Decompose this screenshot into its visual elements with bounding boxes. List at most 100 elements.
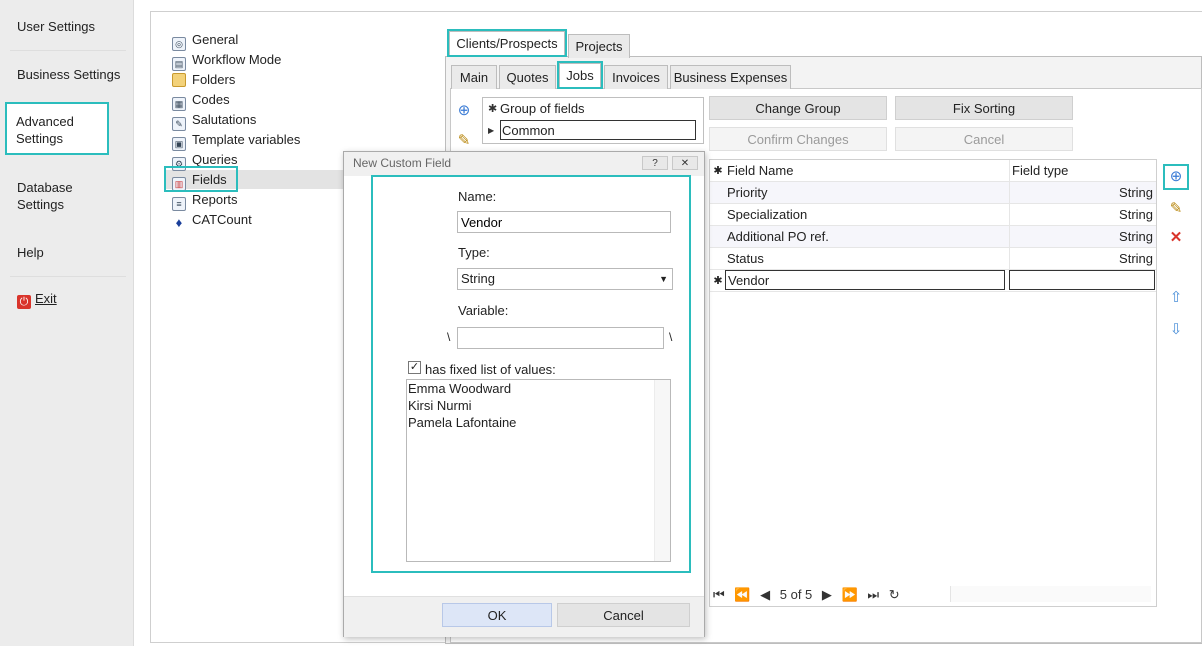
tab-jobs[interactable]: Jobs [557, 61, 603, 89]
tree-item-reports[interactable]: ≡ Reports [172, 191, 238, 211]
field-type-cell: String [1009, 248, 1155, 270]
edit-field-icon[interactable]: ✎ [1167, 200, 1185, 218]
tree-item-label: Salutations [192, 112, 257, 127]
nav-business-settings[interactable]: Business Settings [17, 66, 120, 83]
tree-item-template-variables[interactable]: ▣ Template variables [172, 131, 300, 151]
nav-divider [10, 276, 126, 277]
dialog-title: New Custom Field [353, 156, 452, 170]
variable-suffix: \ [669, 330, 673, 344]
nav-exit[interactable]: ⏻ Exit [17, 290, 57, 309]
nav-advanced-settings[interactable]: Advanced Settings [5, 102, 109, 155]
column-field-name[interactable]: Field Name [727, 160, 1007, 182]
row-pointer-icon: ▶ [488, 126, 495, 135]
tree-item-salutations[interactable]: ✎ Salutations [172, 111, 257, 131]
prev-page-icon[interactable]: ◀ [760, 583, 770, 606]
new-row-icon: ✱ [488, 103, 498, 115]
fix-sorting-button[interactable]: Fix Sorting [895, 96, 1073, 120]
reports-icon: ≡ [172, 197, 186, 211]
power-icon: ⏻ [17, 295, 31, 309]
codes-icon: ▦ [172, 97, 186, 111]
change-group-button[interactable]: Change Group [709, 96, 887, 120]
move-up-icon[interactable]: ⇧ [1167, 289, 1185, 307]
add-group-icon[interactable]: ⊕ [455, 102, 473, 120]
edit-group-icon[interactable]: ✎ [455, 132, 473, 150]
tree-item-queries[interactable]: ⚙ Queries [172, 151, 238, 171]
refresh-icon[interactable]: ↻ [889, 583, 900, 606]
nav-help[interactable]: Help [17, 244, 44, 261]
groups-header-label: Group of fields [500, 101, 585, 116]
tree-item-codes[interactable]: ▦ Codes [172, 91, 230, 111]
name-input[interactable] [457, 211, 671, 233]
page-indicator: 5 of 5 [779, 587, 813, 602]
tab-projects[interactable]: Projects [568, 34, 630, 58]
field-type-cell: String [1009, 204, 1155, 226]
folder-icon [172, 73, 186, 87]
groups-row[interactable]: ▶ Common [483, 120, 703, 142]
nav-divider [10, 50, 126, 51]
type-label: Type: [458, 245, 490, 260]
catcount-icon: ♦ [175, 215, 183, 230]
table-row[interactable]: Priority String [710, 182, 1156, 204]
field-name-cell[interactable]: Vendor [725, 270, 1005, 290]
type-select-value: String [461, 271, 495, 286]
tree-item-label: Codes [192, 92, 230, 107]
groups-row-label: Common [500, 120, 696, 140]
cancel-button[interactable]: Cancel [557, 603, 690, 627]
tree-item-workflow-mode[interactable]: ▤ Workflow Mode [172, 51, 282, 71]
left-navigation: User Settings Business Settings Advanced… [0, 0, 134, 646]
variable-input[interactable] [457, 327, 664, 349]
tab-clients-prospects[interactable]: Clients/Prospects [447, 29, 567, 57]
field-name-cell: Priority [727, 185, 768, 200]
nav-user-settings[interactable]: User Settings [17, 18, 95, 35]
field-type-cell[interactable] [1009, 270, 1155, 290]
first-page-icon[interactable]: ⏮ [713, 583, 725, 606]
tab-quotes[interactable]: Quotes [499, 65, 556, 89]
next-page-icon[interactable]: ▶ [822, 583, 832, 606]
column-field-type[interactable]: Field type [1009, 160, 1155, 182]
confirm-changes-button[interactable]: Confirm Changes [709, 127, 887, 151]
field-name-cell: Specialization [727, 207, 808, 222]
table-row[interactable]: Additional PO ref. String [710, 226, 1156, 248]
list-item: Pamela Lafontaine [408, 415, 517, 430]
tab-main[interactable]: Main [451, 65, 497, 89]
cancel-changes-button[interactable]: Cancel [895, 127, 1073, 151]
horizontal-scrollbar[interactable] [950, 586, 1151, 602]
groups-header: ✱ Group of fields [483, 98, 703, 120]
add-field-icon[interactable]: ⊕ [1167, 168, 1185, 186]
close-button[interactable]: ✕ [672, 156, 698, 170]
dialog-footer: OK Cancel [344, 596, 704, 637]
prev-page-set-icon[interactable]: ⏪ [734, 583, 750, 606]
table-row-new[interactable]: ✱ Vendor [710, 270, 1156, 292]
tree-item-folders[interactable]: Folders [172, 71, 235, 89]
move-down-icon[interactable]: ⇩ [1167, 321, 1185, 339]
table-row[interactable]: Status String [710, 248, 1156, 270]
delete-field-icon[interactable]: ✕ [1167, 229, 1185, 247]
vertical-scrollbar[interactable] [654, 380, 670, 561]
new-row-icon: ✱ [713, 275, 723, 287]
tab-business-expenses[interactable]: Business Expenses [670, 65, 791, 89]
tree-item-label: Reports [192, 192, 238, 207]
next-page-set-icon[interactable]: ⏩ [842, 583, 858, 606]
new-row-icon: ✱ [713, 165, 723, 177]
tab-invoices[interactable]: Invoices [604, 65, 668, 89]
help-button[interactable]: ? [642, 156, 668, 170]
nav-exit-label: Exit [35, 291, 57, 306]
values-textarea[interactable]: Emma Woodward Kirsi Nurmi Pamela Lafonta… [406, 379, 671, 562]
nav-database-settings[interactable]: Database Settings [17, 179, 97, 213]
tree-item-label: Folders [192, 72, 236, 87]
variable-label: Variable: [458, 303, 509, 318]
tree-item-label: CATCount [192, 212, 252, 227]
type-select[interactable]: String ▼ [457, 268, 673, 290]
list-item: Kirsi Nurmi [408, 398, 472, 413]
table-row[interactable]: Specialization String [710, 204, 1156, 226]
tree-item-label: Workflow Mode [192, 52, 282, 67]
workflow-icon: ▤ [172, 57, 186, 71]
last-page-icon[interactable]: ⏭ [867, 583, 879, 606]
fixed-list-checkbox[interactable]: ✓ [408, 361, 421, 374]
tree-item-general[interactable]: ◎ General [172, 31, 239, 51]
tree-item-catcount[interactable]: ♦ CATCount [172, 211, 252, 229]
ok-button[interactable]: OK [442, 603, 552, 627]
tree-item-label: Queries [192, 152, 238, 167]
variable-prefix: \ [447, 330, 451, 344]
tree-item-label: General [192, 32, 239, 47]
